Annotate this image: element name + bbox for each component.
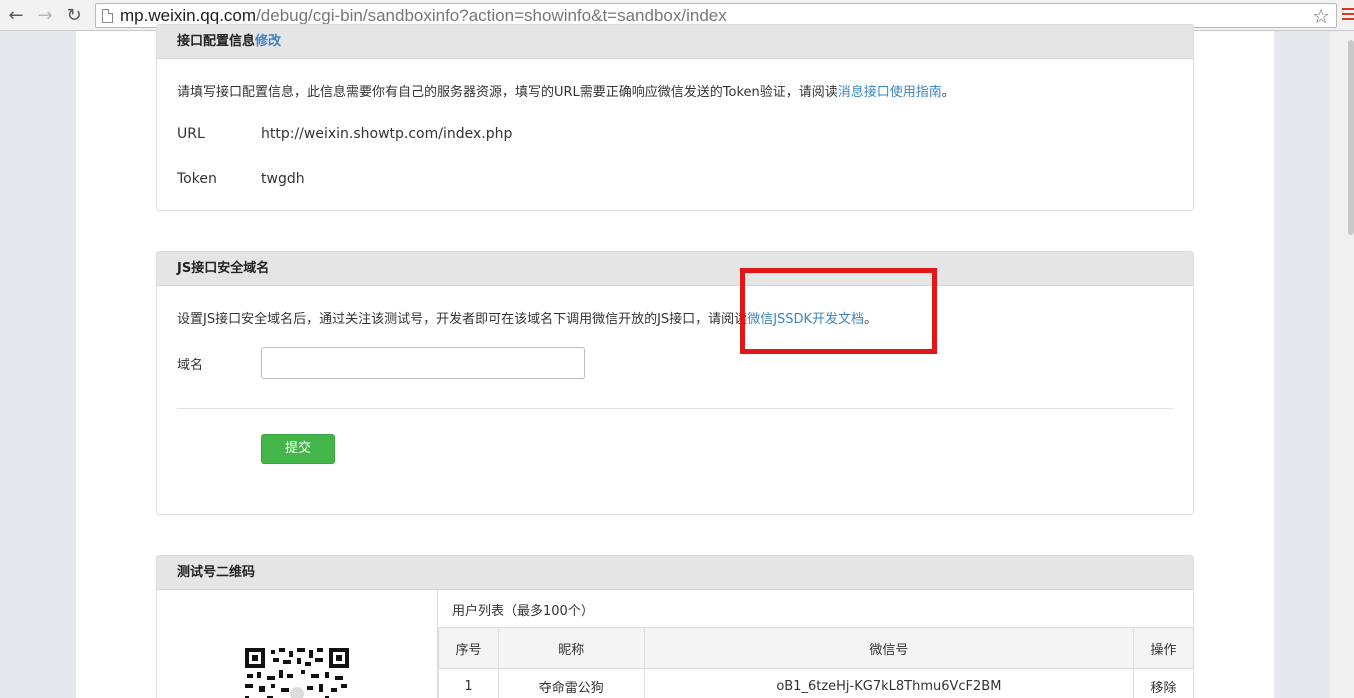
edit-link[interactable]: 修改 xyxy=(255,34,281,49)
row-index: 1 xyxy=(438,668,499,698)
row-nickname: 夺命雷公狗 xyxy=(497,668,645,698)
interface-config-description: 请填写接口配置信息，此信息需要你有自己的服务器资源，填写的URL需要正确响应微信… xyxy=(177,85,955,100)
url-label: URL xyxy=(177,126,205,142)
panel-title: 接口配置信息修改 xyxy=(157,25,1193,59)
user-list-title: 用户列表（最多100个） xyxy=(452,604,594,619)
domain-input[interactable] xyxy=(261,347,585,379)
table-header-row: 序号 昵称 微信号 操作 xyxy=(438,627,1194,669)
panel-title: 测试号二维码 xyxy=(157,556,1193,590)
table-row: 1 夺命雷公狗 oB1_6tzeHj-KG7kL8Thmu6VcF2BM 移除 xyxy=(438,668,1194,698)
token-label: Token xyxy=(177,171,217,187)
domain-label: 域名 xyxy=(177,358,204,373)
reload-icon[interactable]: ↻ xyxy=(63,4,85,26)
divider xyxy=(177,408,1173,409)
panel-title: JS接口安全域名 xyxy=(157,252,1193,286)
message-guide-link[interactable]: 消息接口使用指南 xyxy=(838,85,942,100)
scrollbar-thumb[interactable] xyxy=(1348,40,1354,235)
column-header-nickname: 昵称 xyxy=(497,627,645,669)
forward-arrow-icon[interactable]: → xyxy=(34,4,56,26)
url-value: http://weixin.showtp.com/index.php xyxy=(261,126,513,142)
js-domain-panel: JS接口安全域名 设置JS接口安全域名后，通过关注该测试号，开发者即可在该域名下… xyxy=(156,251,1194,515)
submit-button[interactable]: 提交 xyxy=(261,434,335,464)
qr-code-panel: 测试号二维码 用户列表（最多100个） 序号 昵称 微信号 操作 1 夺命雷公狗… xyxy=(156,555,1194,698)
annotation-highlight-box xyxy=(740,268,937,354)
browser-menu-icon[interactable] xyxy=(1342,8,1354,22)
interface-config-panel: 接口配置信息修改 请填写接口配置信息，此信息需要你有自己的服务器资源，填写的UR… xyxy=(156,24,1194,211)
back-arrow-icon[interactable]: ← xyxy=(5,4,27,26)
column-header-action: 操作 xyxy=(1133,627,1194,669)
token-value: twgdh xyxy=(261,171,305,187)
column-header-index: 序号 xyxy=(438,627,499,669)
qr-area xyxy=(157,590,438,698)
column-header-wechat-id: 微信号 xyxy=(643,627,1135,669)
row-wechat-id: oB1_6tzeHj-KG7kL8Thmu6VcF2BM xyxy=(643,668,1135,698)
remove-user-link[interactable]: 移除 xyxy=(1133,668,1194,698)
qr-code-icon xyxy=(245,648,349,698)
page-icon xyxy=(102,9,113,23)
bookmark-star-icon[interactable]: ☆ xyxy=(1312,4,1330,28)
user-table: 序号 昵称 微信号 操作 1 夺命雷公狗 oB1_6tzeHj-KG7kL8Th… xyxy=(438,627,1194,698)
